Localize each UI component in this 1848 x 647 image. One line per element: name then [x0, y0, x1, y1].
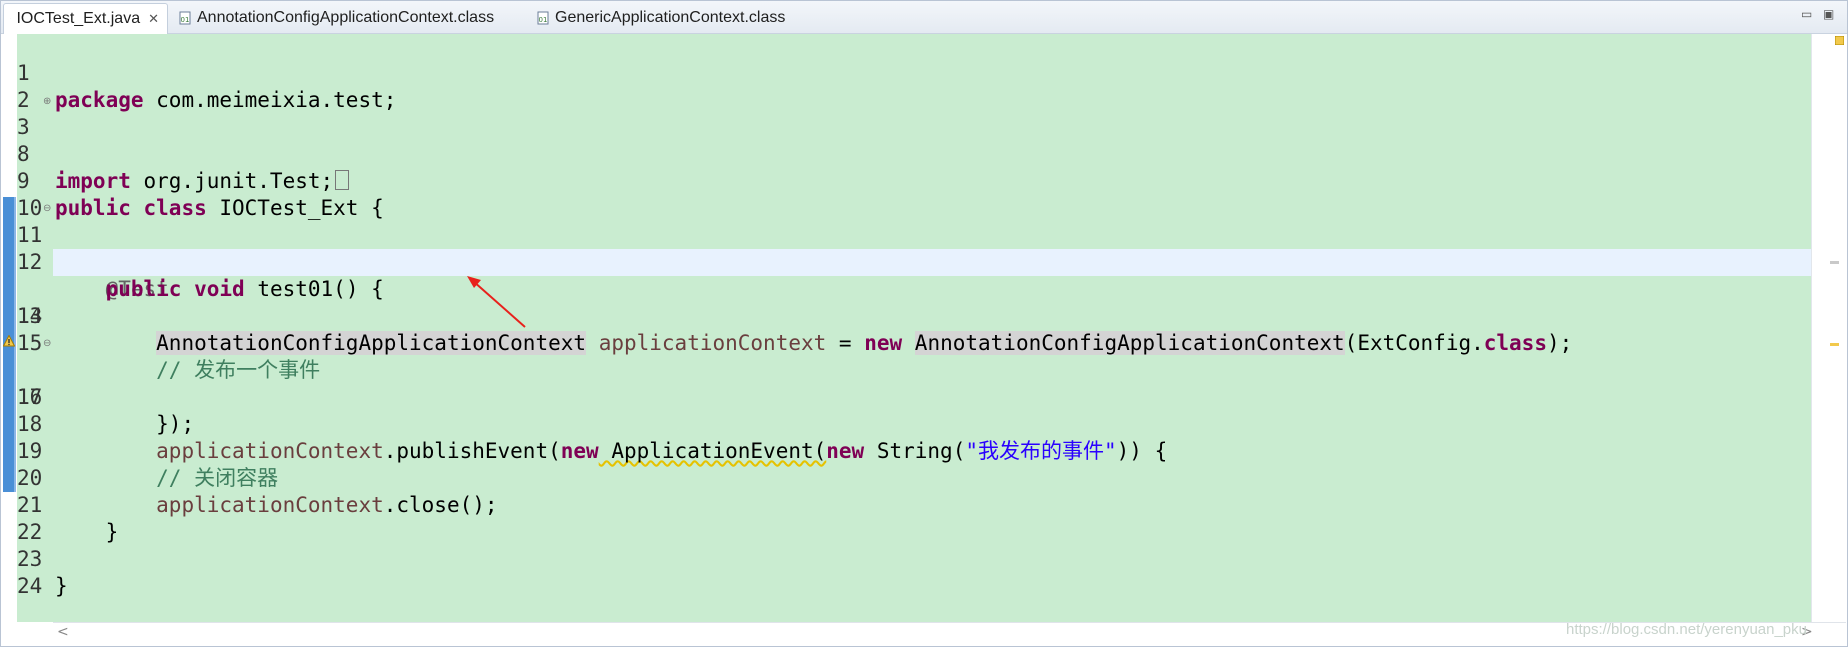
code-line: 15 // 发布一个事件	[1, 303, 1847, 382]
code-line: 10	[1, 168, 1847, 220]
editor-window: J IOCTest_Ext.java ✕ 01 AnnotationConfig…	[0, 0, 1848, 647]
code-line: 20 applicationContext.close();	[1, 438, 1847, 517]
svg-text:01: 01	[539, 16, 548, 24]
tab-label: IOCTest_Ext.java	[16, 10, 141, 27]
tab-label: GenericApplicationContext.class	[555, 9, 786, 26]
tab-label: AnnotationConfigApplicationContext.class	[197, 9, 495, 26]
code-line: 3 ⊕ import org.junit.Test;	[1, 87, 1847, 193]
code-line: 18	[1, 384, 1847, 436]
code-token: }	[55, 574, 68, 598]
red-arrow-annotation	[467, 276, 526, 328]
scroll-left-icon[interactable]: <	[57, 624, 69, 640]
line-number: 24	[17, 574, 43, 598]
code-line-current: 13 AnnotationConfigApplicationContext ap…	[1, 249, 1847, 355]
code-line: 23 }	[1, 519, 1847, 598]
code-line: 9 public class IOCTest_Ext {	[1, 141, 1847, 220]
code-line: 24	[1, 546, 1847, 598]
tab-annotationconfigapplicationcontext-class[interactable]: 01 AnnotationConfigApplicationContext.cl…	[173, 3, 494, 33]
fold-expand-icon[interactable]: ⊕	[43, 88, 51, 115]
class-file-icon: 01	[179, 11, 191, 25]
code-line: 12 public void test01() {	[1, 222, 1847, 301]
code-line: 22	[1, 492, 1847, 544]
tab-ioctest-ext-java[interactable]: J IOCTest_Ext.java ✕	[3, 3, 168, 34]
close-tab-icon[interactable]: ✕	[148, 11, 159, 27]
code-line: 14	[1, 276, 1847, 328]
code-text: }	[55, 573, 68, 600]
code-line: 2	[1, 60, 1847, 112]
editor-tab-bar: J IOCTest_Ext.java ✕ 01 AnnotationConfig…	[1, 1, 1847, 34]
current-line-highlight	[53, 249, 1811, 276]
code-line: 17 });	[1, 357, 1847, 436]
code-line: 8	[1, 114, 1847, 166]
code-line: 11 ⊖ @Test	[1, 195, 1847, 301]
code-line: 1 package com.meimeixia.test;	[1, 33, 1847, 112]
fold-collapse-icon[interactable]: ⊖	[43, 195, 51, 222]
class-file-icon: 01	[537, 11, 549, 25]
code-line: 21 }	[1, 465, 1847, 544]
warning-lightbulb-icon[interactable]	[3, 335, 15, 347]
code-line: 19 // 关闭容器	[1, 411, 1847, 490]
code-line: 16 ⊖ applicationContext.publishEvent(new…	[1, 330, 1847, 463]
minimize-icon[interactable]: ▭	[1801, 7, 1812, 21]
fold-collapse-icon[interactable]: ⊖	[43, 330, 51, 357]
svg-text:01: 01	[181, 16, 190, 24]
watermark: https://blog.csdn.net/yerenyuan_pku	[1566, 621, 1807, 638]
tab-genericapplicationcontext-class[interactable]: 01 GenericApplicationContext.class	[531, 3, 785, 33]
maximize-icon[interactable]: ▣	[1823, 7, 1834, 21]
